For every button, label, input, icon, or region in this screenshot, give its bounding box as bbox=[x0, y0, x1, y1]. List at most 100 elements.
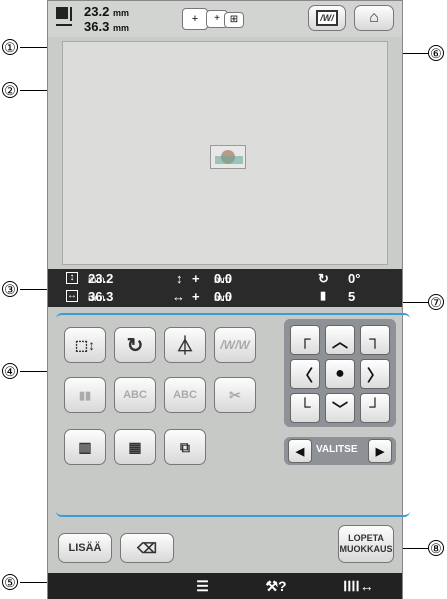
delete-button[interactable]: ⌫ bbox=[120, 533, 174, 563]
home-icon: ⌂ bbox=[369, 9, 379, 26]
home-button[interactable]: ⌂ bbox=[354, 5, 394, 31]
size-tool-icon: ⬚↕ bbox=[74, 336, 96, 353]
chevron-left-icon: 〈 bbox=[296, 368, 313, 385]
horizontal-offset-icon: ↔ bbox=[172, 289, 185, 304]
checklist-icon[interactable]: ☰ bbox=[196, 578, 209, 595]
embroidery-edit-screen: 23.2 mm 36.3 mm + + ⊞ /W/ ⌂ ↕ ↔ 23.2 mm … bbox=[47, 0, 410, 599]
end-editing-button[interactable]: LOPETA MUOKKAUS bbox=[338, 525, 394, 563]
spacing-text-label: ABC bbox=[173, 389, 197, 401]
duplicate-button[interactable]: ⧉ bbox=[164, 429, 206, 465]
move-center-button[interactable]: ● bbox=[325, 359, 355, 389]
color-change-icon: ▥ bbox=[78, 438, 92, 455]
duplicate-icon: ⧉ bbox=[180, 438, 190, 455]
callout-7: ⑦ bbox=[428, 294, 444, 310]
callout-8-line bbox=[400, 548, 428, 549]
top-size-readout: 23.2 mm 36.3 mm bbox=[84, 5, 129, 35]
top-width-value: 36.3 bbox=[84, 19, 110, 34]
info-height-value: 23.2 bbox=[88, 271, 114, 286]
size-button[interactable]: ⬚↕ bbox=[64, 327, 106, 363]
chevron-down-icon: ﹀ bbox=[331, 402, 348, 419]
embroidery-view-button[interactable]: /W/ bbox=[308, 5, 346, 31]
edit-panel: ⬚↕ ↻ ⏃ /W/W ▮▮ ABC ABC ✂ ▥ ▦ ⧉ ┌ ︿ ┐ 〈 ●… bbox=[48, 307, 410, 573]
vertical-offset-icon: ↕ bbox=[176, 271, 183, 286]
array-text-button[interactable]: ABC bbox=[114, 377, 156, 413]
move-down-button[interactable]: ﹀ bbox=[325, 393, 355, 423]
help-label: ? bbox=[278, 577, 287, 594]
move-down-left-button[interactable]: └ bbox=[290, 393, 320, 423]
thread-tension-icon[interactable]: ⅠⅠⅠⅠ↔ bbox=[343, 578, 374, 595]
select-label: VALITSE bbox=[316, 444, 358, 455]
select-prev-button[interactable]: ◀ bbox=[288, 439, 312, 463]
move-right-button[interactable]: 〉 bbox=[360, 359, 390, 389]
width-icon: ↔ bbox=[66, 290, 78, 302]
top-width-unit: mm bbox=[112, 23, 129, 33]
triangle-left-icon: ◀ bbox=[295, 445, 305, 458]
callout-4: ④ bbox=[2, 363, 18, 379]
mirror-button[interactable]: ⏃ bbox=[164, 327, 206, 363]
border-icon: ▦ bbox=[128, 438, 142, 455]
callout-4-label: ④ bbox=[4, 363, 16, 379]
horizontal-offset-plus: + bbox=[192, 289, 200, 304]
mirror-icon: ⏃ bbox=[176, 336, 194, 356]
move-up-left-button[interactable]: ┌ bbox=[290, 325, 320, 355]
embroidery-canvas[interactable] bbox=[62, 41, 388, 265]
corner-down-left-icon: └ bbox=[299, 399, 311, 416]
move-left-button[interactable]: 〈 bbox=[290, 359, 320, 389]
callout-5-label: ⑤ bbox=[4, 574, 16, 590]
move-up-right-button[interactable]: ┐ bbox=[360, 325, 390, 355]
thread-spool-icon: ▮ bbox=[320, 290, 327, 302]
array-text-label: ABC bbox=[123, 389, 147, 401]
spacing-text-button[interactable]: ABC bbox=[164, 377, 206, 413]
move-up-button[interactable]: ︿ bbox=[325, 325, 355, 355]
hoop-frame-selector[interactable]: + + ⊞ bbox=[182, 7, 248, 31]
callout-7-label: ⑦ bbox=[430, 294, 442, 310]
scissors-icon: ✂ bbox=[229, 386, 241, 403]
color-change-button[interactable]: ▥ bbox=[64, 429, 106, 465]
callout-3-label: ③ bbox=[4, 281, 16, 297]
border-button[interactable]: ▦ bbox=[114, 429, 156, 465]
info-width-value: 36.3 bbox=[88, 289, 114, 304]
select-next-button[interactable]: ▶ bbox=[368, 439, 392, 463]
rotate-icon: ↻ bbox=[126, 334, 144, 357]
cut-text-button[interactable]: ✂ bbox=[214, 377, 256, 413]
callout-6: ⑥ bbox=[428, 45, 444, 61]
info-offset-x-value: 0.0 bbox=[214, 289, 233, 304]
callout-2-label: ② bbox=[4, 82, 16, 98]
info-thread-count: 5 bbox=[348, 289, 356, 304]
chevron-up-icon: ︿ bbox=[331, 334, 348, 351]
top-height-value: 23.2 bbox=[84, 4, 110, 19]
rotation-icon: ↻ bbox=[318, 271, 329, 286]
density-icon: /W/W bbox=[220, 338, 250, 352]
corner-up-left-icon: ┌ bbox=[299, 331, 311, 348]
add-button[interactable]: LISÄÄ bbox=[58, 533, 112, 563]
density-button[interactable]: /W/W bbox=[214, 327, 256, 363]
info-bar: ↕ ↔ 23.2 mm 36.3 mm ↕ + ↔ + 0.0 mm 0.0 mm … bbox=[48, 269, 402, 307]
size-icon bbox=[56, 7, 76, 29]
corner-up-right-icon: ┐ bbox=[369, 331, 381, 348]
top-bar: 23.2 mm 36.3 mm + + ⊞ /W/ ⌂ bbox=[48, 1, 402, 37]
triangle-right-icon: ▶ bbox=[375, 445, 385, 458]
move-down-right-button[interactable]: ┘ bbox=[360, 393, 390, 423]
callout-1-label: ① bbox=[4, 39, 16, 55]
vertical-offset-plus: + bbox=[192, 271, 200, 286]
rotate-button[interactable]: ↻ bbox=[114, 327, 156, 363]
embroidery-view-icon: /W/ bbox=[316, 10, 338, 26]
corner-down-right-icon: ┘ bbox=[369, 399, 381, 416]
machine-help-button[interactable]: ⚒? bbox=[265, 578, 286, 595]
multi-color-text-button[interactable]: ▮▮ bbox=[64, 377, 106, 413]
multi-color-text-icon: ▮▮ bbox=[78, 389, 92, 402]
center-dot-icon: ● bbox=[335, 365, 345, 382]
callout-3: ③ bbox=[2, 281, 18, 297]
add-button-label: LISÄÄ bbox=[68, 542, 102, 554]
callout-8-label: ⑧ bbox=[430, 540, 442, 556]
info-rotation-value: 0° bbox=[348, 271, 361, 286]
embroidery-pattern-preview[interactable] bbox=[210, 145, 246, 169]
top-height-unit: mm bbox=[112, 8, 129, 18]
callout-2: ② bbox=[2, 82, 18, 98]
info-offset-y-value: 0.0 bbox=[214, 271, 233, 286]
eraser-icon: ⌫ bbox=[137, 539, 157, 556]
select-bar: ◀ VALITSE ▶ bbox=[284, 437, 396, 465]
bottom-bar: ☰ ⚒? ⅠⅠⅠⅠ↔ bbox=[48, 573, 402, 599]
chevron-right-icon: 〉 bbox=[366, 368, 383, 385]
callout-8: ⑧ bbox=[428, 540, 444, 556]
